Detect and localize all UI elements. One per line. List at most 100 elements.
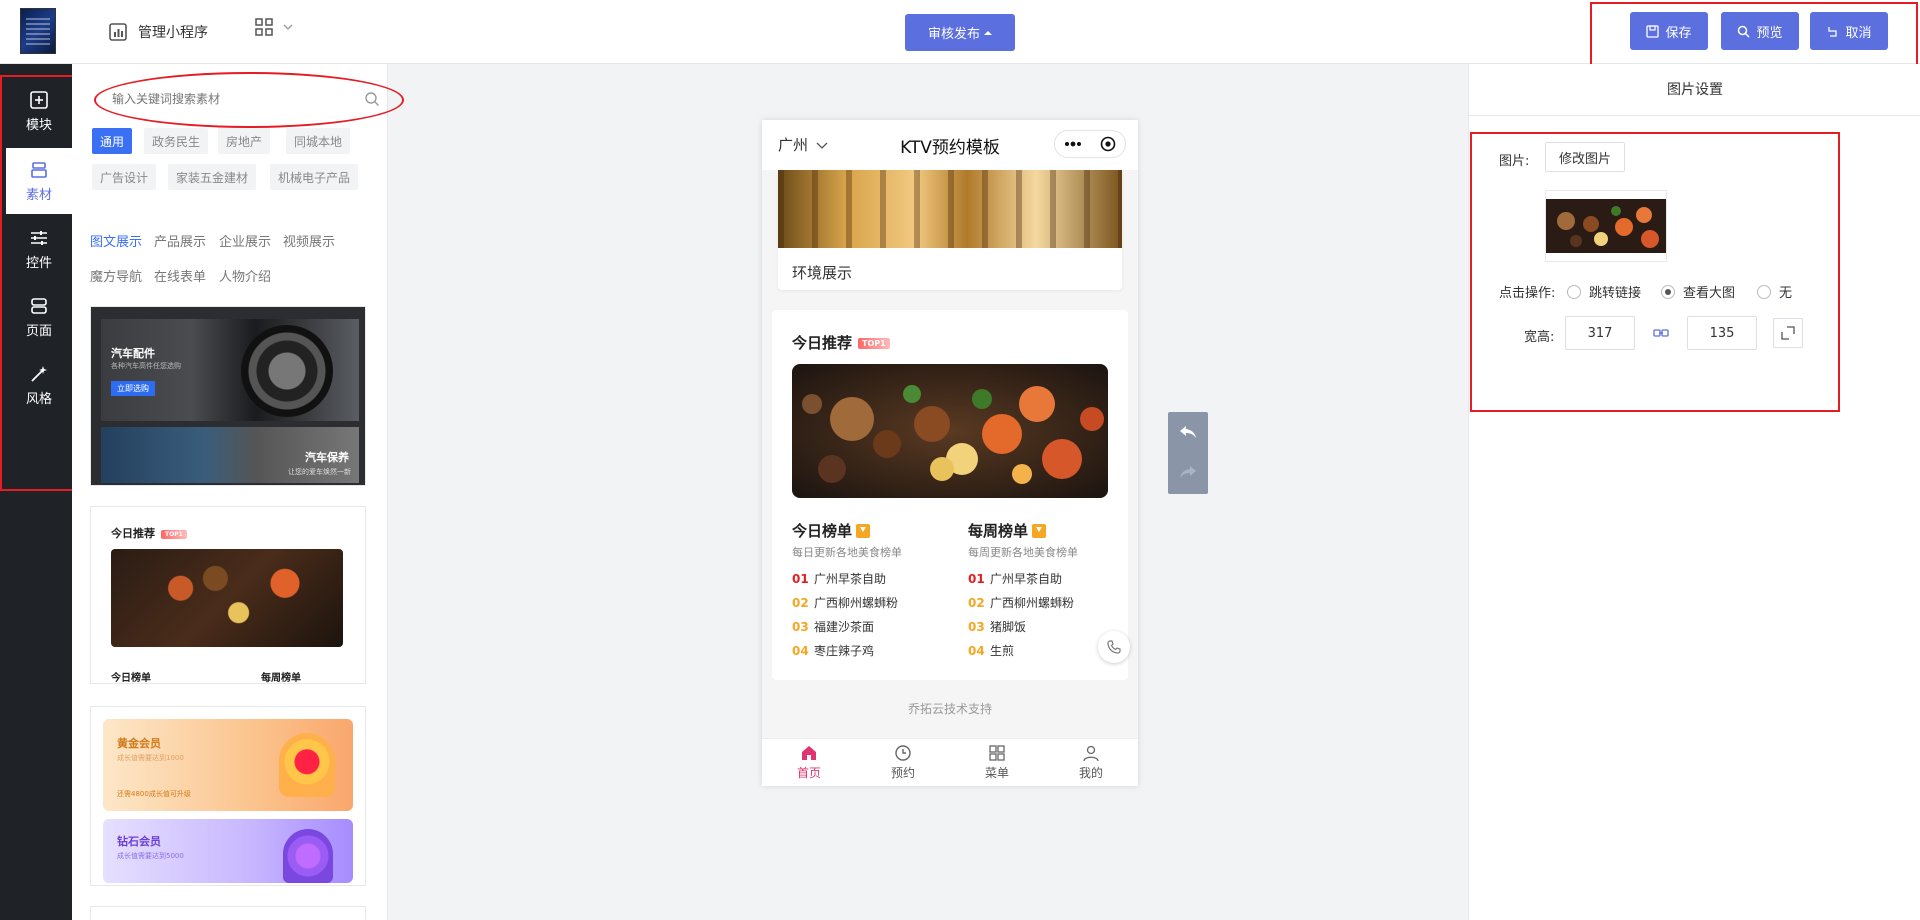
recommend-card-image [111, 549, 343, 647]
weekly-ranking-title: 每周榜单 [968, 520, 1118, 541]
rank-number: 03 [968, 620, 985, 634]
tab-booking[interactable]: 预约 [856, 739, 950, 786]
material-card-car[interactable]: 汽车配件 各种汽车高件任您选购 立即选购 汽车保养 让您的爱车焕然一新 [90, 306, 366, 486]
gold-member-sub: 成长值需要达到1000 [117, 754, 184, 762]
tab-home[interactable]: 首页 [762, 739, 856, 786]
undo-redo-bar [1168, 412, 1208, 494]
top1-badge: TOP1 [161, 529, 187, 539]
phone-call-button[interactable] [1098, 631, 1130, 663]
publish-button[interactable]: 审核发布 [905, 14, 1015, 51]
rank-number: 02 [792, 596, 809, 610]
phone-tab-bar: 首页 预约 菜单 我的 [762, 738, 1138, 786]
app-grid-menu[interactable] [255, 18, 293, 36]
app-logo [20, 8, 56, 54]
rank-name: 广州早茶自助 [814, 572, 887, 586]
rank-number: 04 [968, 644, 985, 658]
undo-button[interactable] [1168, 412, 1208, 452]
subtab-video[interactable]: 视频展示 [283, 231, 335, 250]
tab-label: 我的 [1078, 766, 1103, 780]
rank-item[interactable]: 03 猪脚饭 [968, 618, 1118, 634]
material-card-membership[interactable]: 黄金会员 成长值需要达到1000 还需4800成长值可升级 钻石会员 成长值需要… [90, 706, 366, 886]
tab-label: 预约 [890, 766, 915, 780]
subtab-people[interactable]: 人物介绍 [219, 266, 271, 285]
weekly-ranking-subtitle: 每周更新各地美食榜单 [968, 546, 1078, 559]
category-chip[interactable]: 房地产 [218, 128, 271, 154]
phone-header: 广州 KTV预约模板 [762, 120, 1138, 170]
gold-member-banner: 黄金会员 成长值需要达到1000 还需4800成长值可升级 [103, 719, 353, 811]
rank-number: 04 [792, 644, 809, 658]
daily-ranking-subtitle: 每日更新各地美食榜单 [792, 546, 902, 559]
redo-button[interactable] [1168, 452, 1208, 492]
recommend-card-title: 今日推荐 TOP1 [111, 525, 187, 541]
car-card-sub-2: 让您的爱车焕然一新 [288, 468, 351, 476]
category-chip[interactable]: 同城本地 [286, 128, 351, 154]
rank-item[interactable]: 02 广西柳州螺蛳粉 [792, 594, 942, 610]
material-card-more[interactable] [90, 906, 366, 920]
manage-label: 管理小程序 [138, 25, 208, 41]
manage-miniprogram-link[interactable]: 管理小程序 [108, 20, 208, 44]
download-badge-icon [856, 523, 871, 538]
rank-number: 01 [968, 572, 985, 586]
category-chip[interactable]: 机械电子产品 [270, 164, 359, 190]
tab-mine[interactable]: 我的 [1044, 739, 1138, 786]
subtab-form[interactable]: 在线表单 [154, 266, 206, 285]
rank-name: 广西柳州螺蛳粉 [814, 596, 899, 610]
close-circle-icon[interactable] [1100, 136, 1116, 152]
environment-label: 环境展示 [792, 264, 853, 282]
bar-chart-icon [109, 23, 127, 41]
phone-icon [1107, 640, 1121, 654]
rank-item[interactable]: 02 广西柳州螺蛳粉 [968, 594, 1118, 610]
tab-label: 菜单 [984, 766, 1009, 780]
daily-ranking: 今日榜单 每日更新各地美食榜单 01 广州早茶自助 02 广西柳州螺蛳粉 03 福建沙… [792, 520, 942, 658]
tab-menu[interactable]: 菜单 [950, 739, 1044, 786]
diamond-member-title: 钻石会员 [117, 835, 161, 848]
rank-item[interactable]: 04 生煎 [968, 642, 1118, 658]
car-card-title-2: 汽车保养 [305, 451, 349, 464]
undo-icon [1180, 426, 1196, 438]
category-chip[interactable]: 政务民生 [144, 128, 209, 154]
material-card-recommend[interactable]: 今日推荐 TOP1 今日榜单 每周榜单 [90, 506, 366, 684]
car-card-sub: 各种汽车高件任您选购 [111, 362, 181, 370]
recommend-card-title-text: 今日推荐 [111, 527, 155, 540]
subtab-product[interactable]: 产品展示 [154, 231, 206, 250]
grid-icon [255, 18, 273, 36]
rank-name: 枣庄辣子鸡 [814, 644, 875, 658]
rank-number: 01 [792, 572, 809, 586]
top1-badge: TOP1 [858, 338, 890, 349]
car-card-title: 汽车配件 [111, 347, 155, 360]
diamond-badge-icon [283, 829, 333, 883]
search-highlight [94, 72, 404, 128]
gold-badge-icon [279, 733, 335, 797]
car-banner-top: 汽车配件 各种汽车高件任您选购 立即选购 [101, 319, 359, 421]
rank-item[interactable]: 01 广州早茶自助 [968, 570, 1118, 586]
miniprogram-capsule[interactable] [1054, 130, 1126, 158]
environment-image [778, 170, 1122, 248]
rank-number: 02 [968, 596, 985, 610]
publish-label: 审核发布 [927, 27, 980, 42]
redo-icon [1180, 466, 1196, 478]
weekly-ranking-title-text: 每周榜单 [968, 522, 1029, 540]
environment-card[interactable]: 环境展示 [778, 170, 1122, 290]
today-recommend-card[interactable]: 今日推荐 TOP1 今日榜单 每日更新各地美食榜单 01 广州早茶自助 02 广西柳州… [772, 310, 1128, 680]
category-chip[interactable]: 家装五金建材 [168, 164, 257, 190]
subtab-company[interactable]: 企业展示 [219, 231, 271, 250]
user-icon [1083, 745, 1099, 762]
daily-ranking-title-text: 今日榜单 [792, 522, 853, 540]
home-icon [802, 746, 816, 760]
rank-item[interactable]: 04 枣庄辣子鸡 [792, 642, 942, 658]
rank-item[interactable]: 01 广州早茶自助 [792, 570, 942, 586]
grid-icon [989, 745, 1005, 761]
category-chip[interactable]: 广告设计 [92, 164, 157, 190]
category-chip[interactable]: 通用 [92, 128, 133, 154]
rank-name: 广州早茶自助 [990, 572, 1063, 586]
rank-item[interactable]: 03 福建沙茶面 [792, 618, 942, 634]
rank-name: 猪脚饭 [990, 620, 1027, 634]
tire-image [241, 325, 333, 417]
tech-support-text: 乔拓云技术支持 [907, 702, 992, 716]
chevron-down-icon [283, 24, 293, 30]
subtab-cube-nav[interactable]: 魔方导航 [90, 266, 142, 285]
subtab-graphic[interactable]: 图文展示 [90, 231, 142, 250]
more-icon[interactable] [1064, 141, 1082, 147]
gold-member-note: 还需4800成长值可升级 [117, 790, 191, 798]
food-image [792, 364, 1108, 498]
